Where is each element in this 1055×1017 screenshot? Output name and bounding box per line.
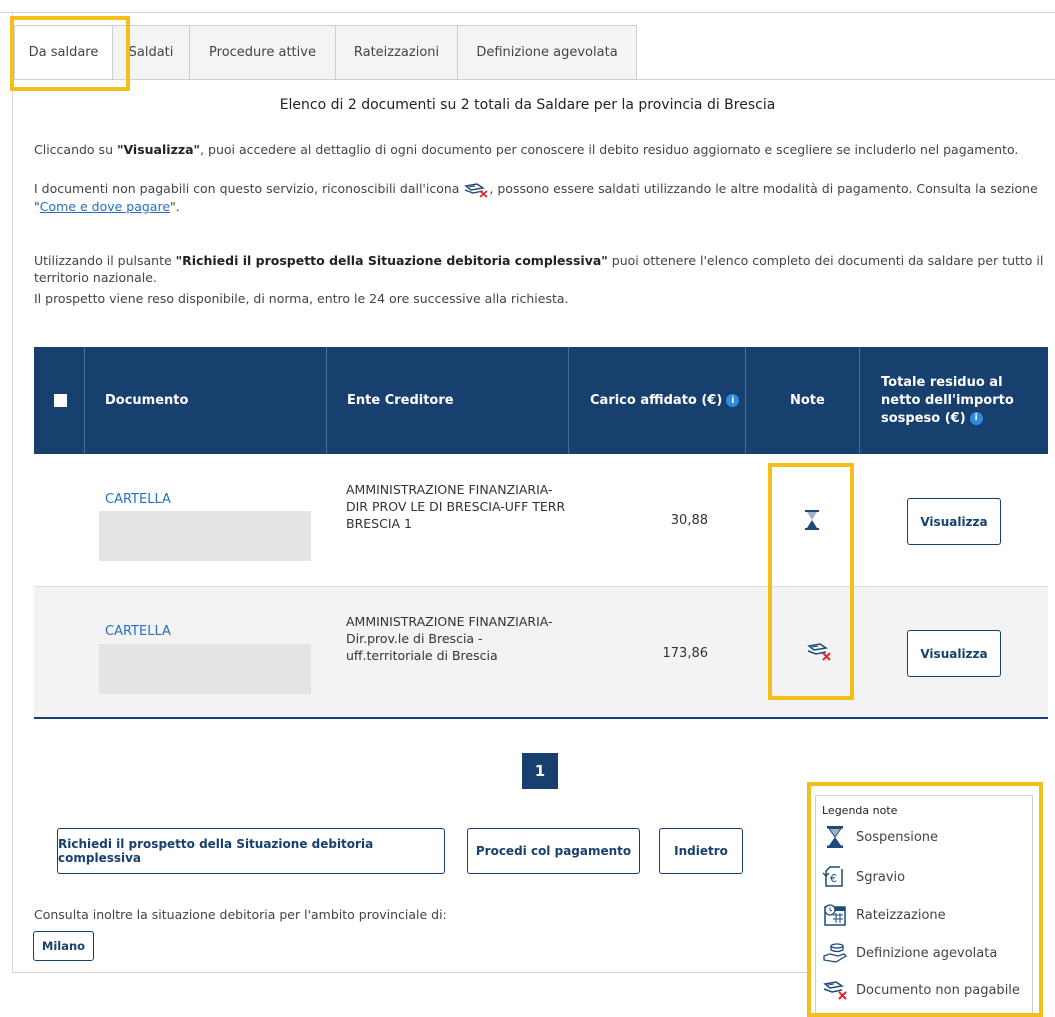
legend-title: Legenda note — [822, 804, 898, 817]
legend-item-documento-non-pagabile: Documento non pagabile — [822, 979, 1020, 1001]
tab-definizione-agevolata[interactable]: Definizione agevolata — [457, 25, 637, 79]
not-payable-icon — [463, 181, 489, 198]
document-number-redacted — [99, 644, 311, 694]
document-number-redacted — [99, 511, 311, 561]
ente-creditore: AMMINISTRAZIONE FINANZIARIA- Dir.prov.le… — [346, 614, 553, 663]
header-totale: Totale residuo al netto dell'importo sos… — [881, 374, 1014, 426]
legend-item-sgravio: € Sgravio — [822, 864, 905, 890]
page-1-button[interactable]: 1 — [522, 753, 558, 789]
intro-paragraph-2: I documenti non pagabili con questo serv… — [34, 181, 1038, 214]
page-title: Elenco di 2 documenti su 2 totali da Sal… — [279, 97, 776, 113]
hourglass-icon — [827, 826, 843, 848]
table-row: CARTELLA AMMINISTRAZIONE FINANZIARIA- Di… — [34, 587, 1048, 717]
document-link[interactable]: CARTELLA — [105, 624, 171, 639]
header-note: Note — [790, 393, 825, 408]
panel-border-left — [12, 12, 13, 972]
tab-da-saldare[interactable]: Da saldare — [14, 25, 113, 79]
svg-text:€: € — [830, 872, 837, 885]
tabs-divider — [14, 79, 1055, 80]
info-icon[interactable]: i — [969, 411, 983, 425]
select-all-checkbox[interactable] — [54, 394, 67, 407]
tab-bar: Da saldare Saldati Procedure attive Rate… — [14, 25, 637, 79]
ente-creditore: AMMINISTRAZIONE FINANZIARIA- DIR PROV LE… — [346, 482, 566, 531]
procedi-pagamento-button[interactable]: Procedi col pagamento — [467, 828, 640, 874]
euro-return-icon: € — [822, 866, 843, 887]
indietro-button[interactable]: Indietro — [659, 828, 743, 874]
come-e-dove-pagare-link[interactable]: Come e dove pagare — [40, 199, 170, 214]
header-documento: Documento — [105, 393, 189, 408]
calendar-icon — [824, 904, 846, 926]
document-link[interactable]: CARTELLA — [105, 492, 171, 507]
visualizza-button[interactable]: Visualizza — [907, 630, 1001, 677]
hourglass-icon — [804, 510, 820, 534]
tab-procedure-attive[interactable]: Procedure attive — [189, 25, 336, 79]
tab-saldati[interactable]: Saldati — [112, 25, 190, 79]
consult-text: Consulta inoltre la situazione debitoria… — [34, 907, 447, 922]
panel-border-top — [0, 12, 1055, 13]
tab-rateizzazioni[interactable]: Rateizzazioni — [335, 25, 458, 79]
milano-button[interactable]: Milano — [33, 931, 94, 961]
header-carico: Carico affidato (€) i — [590, 347, 740, 454]
legend-item-sospensione: Sospensione — [822, 825, 938, 849]
legend-box: Legenda note Sospensione € Sgravio Ratei… — [815, 795, 1033, 1015]
intro-paragraph-1: Cliccando su "Visualizza", puoi accedere… — [34, 142, 1019, 157]
header-ente: Ente Creditore — [347, 393, 454, 408]
info-icon[interactable]: i — [726, 394, 740, 407]
select-all-cell — [54, 347, 84, 454]
panel-border-bottom — [12, 972, 812, 973]
richiedi-prospetto-button[interactable]: Richiedi il prospetto della Situazione d… — [57, 828, 445, 874]
table-bottom-border — [34, 717, 1048, 719]
not-payable-icon — [806, 641, 832, 665]
intro-paragraph-3: Utilizzando il pulsante "Richiedi il pro… — [34, 253, 1044, 285]
visualizza-button[interactable]: Visualizza — [907, 498, 1001, 545]
hand-coins-icon — [823, 943, 848, 963]
carico-amount: 30,88 — [670, 513, 708, 528]
table-header: Documento Ente Creditore Carico affidato… — [34, 347, 1048, 454]
carico-amount: 173,86 — [662, 646, 709, 661]
legend-item-definizione-agevolata: Definizione agevolata — [822, 940, 997, 966]
intro-paragraph-4: Il prospetto viene reso disponibile, di … — [34, 291, 569, 306]
legend-item-rateizzazione: Rateizzazione — [822, 902, 946, 928]
table-row: CARTELLA AMMINISTRAZIONE FINANZIARIA- DI… — [34, 454, 1048, 585]
not-payable-icon — [823, 981, 847, 1000]
